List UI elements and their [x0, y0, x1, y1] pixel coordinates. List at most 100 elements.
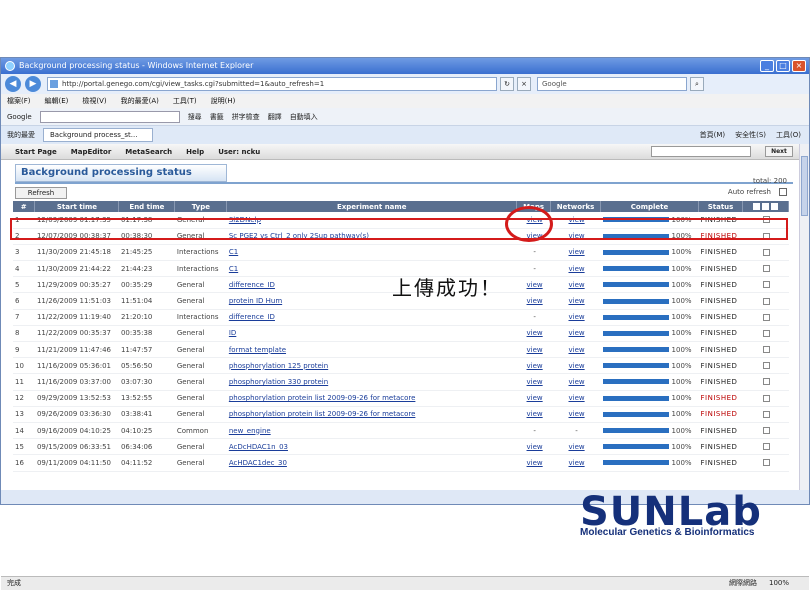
menu-edit[interactable]: 編輯(E) [45, 96, 69, 106]
google-bookmarks-button[interactable]: 書籤 [210, 112, 224, 122]
row-checkbox[interactable] [763, 281, 770, 289]
experiment-name-link[interactable]: phosphorylation 330 protein [226, 373, 517, 391]
table-row[interactable]: 3 11/30/2009 21:45:18 21:45:25 Interactions… [13, 244, 789, 262]
maps-link[interactable]: view [516, 390, 551, 407]
minimize-button[interactable]: _ [760, 60, 774, 72]
col-header[interactable]: Status [698, 201, 743, 212]
networks-link[interactable]: view [550, 260, 601, 278]
row-checkbox[interactable] [763, 248, 770, 256]
col-header[interactable]: Networks [550, 201, 602, 212]
experiment-name-link[interactable]: AcDcHDAC1n_03 [226, 438, 517, 456]
maps-link[interactable]: view [516, 341, 551, 359]
experiment-name-link[interactable]: new_engine [226, 422, 517, 440]
tools-button[interactable]: 工具(O) [776, 130, 801, 140]
networks-link[interactable]: view [550, 325, 601, 343]
google-translate-button[interactable]: 翻譯 [268, 112, 282, 122]
google-spellcheck-button[interactable]: 拼字檢查 [232, 112, 260, 122]
row-checkbox[interactable] [763, 313, 770, 321]
networks-link[interactable]: view [550, 390, 601, 407]
search-input[interactable]: Google [537, 77, 687, 91]
search-icon[interactable]: ⌕ [690, 77, 704, 91]
table-row[interactable]: 7 11/22/2009 11:19:40 21:20:10 Interactions… [13, 309, 789, 326]
networks-link[interactable]: view [550, 244, 601, 262]
scroll-thumb[interactable] [801, 156, 808, 216]
experiment-name-link[interactable]: phosphorylation 125 protein [226, 357, 517, 375]
table-row[interactable]: 14 09/16/2009 04:10:25 04:10:25 Common new_e… [13, 422, 789, 440]
experiment-name-link[interactable]: AcHDAC1dec_30 [226, 454, 517, 472]
home-button[interactable]: 首頁(M) [700, 130, 726, 140]
col-header[interactable]: Type [174, 201, 228, 212]
nav-help[interactable]: Help [186, 148, 204, 156]
maps-link[interactable]: view [516, 325, 551, 343]
networks-link[interactable]: view [550, 406, 601, 423]
table-row[interactable]: 10 11/16/2009 05:36:01 05:56:50 General phos… [13, 357, 789, 375]
nav-map-editor[interactable]: MapEditor [71, 148, 112, 156]
menu-tools[interactable]: 工具(T) [173, 96, 197, 106]
networks-link[interactable]: view [550, 438, 601, 456]
refresh-button[interactable]: Refresh [15, 187, 67, 199]
nav-start-page[interactable]: Start Page [15, 148, 57, 156]
experiment-name-link[interactable]: difference_ID [226, 309, 517, 326]
maps-link[interactable]: view [516, 373, 551, 391]
networks-link[interactable]: view [550, 341, 601, 359]
menu-file[interactable]: 檔案(F) [7, 96, 31, 106]
table-row[interactable]: 9 11/21/2009 11:47:46 11:47:57 General forma… [13, 341, 789, 359]
checkbox-icon[interactable] [762, 203, 769, 210]
col-header[interactable]: Start time [34, 201, 120, 212]
col-header[interactable]: End time [118, 201, 176, 212]
menu-view[interactable]: 檢視(V) [82, 96, 106, 106]
table-row[interactable]: 12 09/29/2009 13:52:53 13:52:55 General phos… [13, 390, 789, 407]
maps-link[interactable]: view [516, 454, 551, 472]
maps-link[interactable]: view [516, 438, 551, 456]
row-checkbox[interactable] [763, 427, 770, 435]
nav-meta-search[interactable]: MetaSearch [125, 148, 172, 156]
experiment-name-link[interactable]: phosphorylation protein list 2009-09-26 … [226, 406, 517, 423]
col-header[interactable]: Experiment name [226, 201, 518, 212]
menu-help[interactable]: 說明(H) [211, 96, 236, 106]
google-autofill-button[interactable]: 自動填入 [290, 112, 318, 122]
maps-link[interactable]: view [516, 276, 551, 294]
favorites-button[interactable]: 我的最愛 [7, 130, 35, 140]
row-checkbox[interactable] [763, 394, 770, 402]
table-row[interactable]: 13 09/26/2009 03:36:30 03:38:41 General phos… [13, 406, 789, 423]
row-checkbox[interactable] [763, 443, 770, 451]
networks-link[interactable]: view [550, 373, 601, 391]
scrollbar[interactable] [799, 144, 809, 490]
maps-link[interactable]: view [516, 357, 551, 375]
maps-link[interactable]: view [516, 292, 551, 310]
google-search-input[interactable] [39, 110, 180, 123]
zoom-text[interactable]: 100% [769, 577, 789, 590]
menu-favorites[interactable]: 我的最愛(A) [121, 96, 159, 106]
experiment-name-link[interactable]: ID [226, 325, 517, 343]
table-row[interactable]: 15 09/15/2009 06:33:51 06:34:06 General AcDc… [13, 438, 789, 456]
stop-icon[interactable]: × [517, 77, 531, 91]
next-button[interactable]: Next [765, 146, 793, 157]
security-button[interactable]: 安全性(S) [735, 130, 766, 140]
experiment-name-link[interactable]: format template [226, 341, 517, 359]
table-row[interactable]: 11 11/16/2009 03:37:00 03:07:30 General phos… [13, 373, 789, 391]
row-checkbox[interactable] [763, 459, 770, 467]
back-icon[interactable]: ◀ [5, 76, 21, 92]
networks-link[interactable]: view [550, 309, 601, 326]
checkbox-icon[interactable] [753, 203, 760, 210]
row-checkbox[interactable] [763, 346, 770, 354]
maps-link[interactable]: view [516, 406, 551, 423]
google-search-button[interactable]: 搜尋 [188, 112, 202, 122]
maximize-button[interactable]: □ [776, 60, 790, 72]
table-row[interactable]: 8 11/22/2009 00:35:37 00:35:38 General ID vie… [13, 325, 789, 343]
col-header[interactable]: # [13, 201, 36, 212]
networks-link[interactable]: view [550, 357, 601, 375]
refresh-icon[interactable]: ↻ [500, 77, 514, 91]
networks-link[interactable]: view [550, 292, 601, 310]
row-checkbox[interactable] [763, 329, 770, 337]
row-checkbox[interactable] [763, 378, 770, 386]
app-search-input[interactable] [651, 146, 751, 157]
table-row[interactable]: 16 09/11/2009 04:11:50 04:11:52 General AcHD… [13, 454, 789, 472]
row-checkbox[interactable] [763, 297, 770, 305]
address-bar[interactable]: http://portal.genego.com/cgi/view_tasks.… [47, 77, 497, 91]
tab-current[interactable]: Background process_st... [43, 128, 153, 142]
networks-link[interactable]: view [550, 454, 601, 472]
col-header[interactable]: Complete [600, 201, 700, 212]
experiment-name-link[interactable]: phosphorylation protein list 2009-09-26 … [226, 390, 517, 407]
row-checkbox[interactable] [763, 362, 770, 370]
